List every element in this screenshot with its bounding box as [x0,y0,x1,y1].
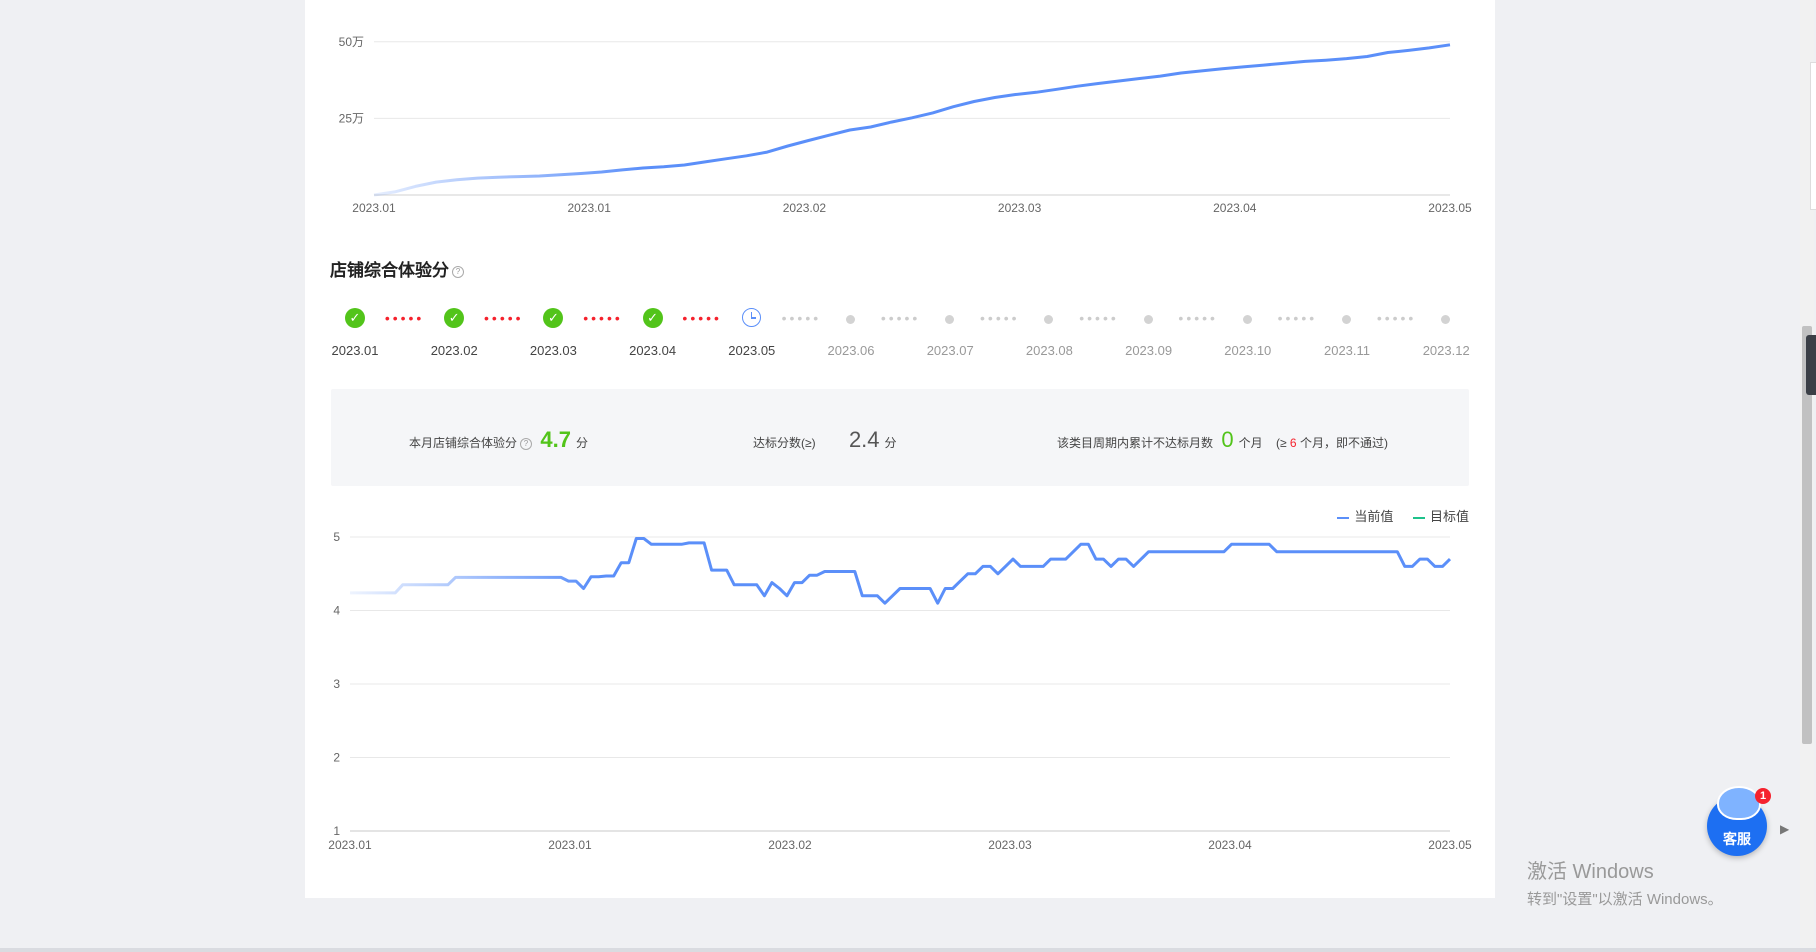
timeline-connector: ••••• [781,310,822,326]
timeline-connector: ••••• [1376,310,1417,326]
expand-arrow-icon[interactable]: ▶ [1780,822,1789,836]
side-tool-tab[interactable] [1806,335,1816,395]
target-score: 达标分数(≥) 2.4 分 [753,427,897,453]
customer-service-button[interactable]: 1 客服 [1707,786,1771,856]
timeline-connector: ••••• [880,310,921,326]
x-tick-label: 2023.01 [548,838,592,852]
help-icon[interactable]: ? [452,265,464,278]
x-tick-label: 2023.01 [328,838,372,852]
x-tick-label: 2023.05 [1428,838,1472,852]
y-tick-label: 3 [333,677,340,691]
timeline-month-label: 2023.03 [529,343,577,358]
pending-dot-icon [846,315,855,324]
fail-months-unit: 个月 [1238,436,1263,450]
x-tick-label: 2023.04 [1213,201,1257,215]
y-tick-label: 4 [333,604,340,618]
watermark-subtitle: 转到"设置"以激活 Windows。 [1527,891,1723,908]
y-tick-label: 25万 [339,111,364,125]
monthly-score: 本月店铺综合体验分? 4.7 分 [409,427,588,453]
side-panel-handle[interactable] [1810,62,1816,210]
monthly-score-unit: 分 [575,436,588,450]
timeline-connector: ••••• [980,310,1020,326]
cumulative-line-chart: 25万 50万 2023.01 2023.01 2023.02 2023.03 2023.… [339,35,1472,215]
y-tick-label: 2 [333,751,340,765]
timeline-month-label: 2023.11 [1323,343,1371,358]
cumulative-series-line [373,43,1451,197]
x-tick-label: 2023.05 [1428,201,1472,215]
timeline-connector: ••••• [1277,310,1318,326]
windows-activation-watermark: 激活 Windows 转到"设置"以激活 Windows。 [1527,855,1723,909]
timeline-month-label: 2023.02 [430,343,478,358]
fail-note: (≥ 6 个月，即不通过) [1276,436,1388,450]
pending-dot-icon [1342,315,1351,324]
fail-note-number: 6 [1289,436,1297,450]
timeline-month-label: 2023.01 [331,343,379,358]
y-tick-label: 1 [333,824,340,838]
help-icon[interactable]: ? [520,437,533,450]
x-tick-label: 2023.01 [568,201,612,215]
y-tick-label: 50万 [339,35,364,49]
score-line-chart: 1 2 3 4 5 2023.01 2023.01 2023.02 2023.03 2023.0… [328,530,1472,852]
y-tick-label: 5 [333,530,340,544]
unread-badge: 1 [1755,788,1771,804]
timeline-connector: ••••• [1079,310,1119,326]
fail-months: 该类目周期内累计不达标月数 0 个月 (≥ 6 个月，即不通过) [1057,427,1388,453]
fail-months-value: 0 [1221,427,1234,452]
monthly-score-value: 4.7 [540,427,571,452]
timeline-connector: ••••• [384,310,425,326]
timeline-connector: ••••• [1178,310,1218,326]
current-value-line [350,537,1452,605]
elephant-mascot-icon [1717,786,1761,820]
pending-dot-icon [1143,315,1153,324]
timeline-month-label: 2023.10 [1224,343,1272,358]
customer-service-label: 客服 [1723,831,1751,847]
fail-note-prefix: (≥ [1275,436,1287,450]
score-summary: 本月店铺综合体验分? 4.7 分 达标分数(≥) 2.4 分 该类目周期内累计不达标… [331,389,1469,486]
check-circle-icon: ✓ [345,308,365,328]
x-tick-label: 2023.04 [1208,838,1252,852]
timeline-month-label: 2023.07 [926,343,974,358]
check-circle-icon: ✓ [642,308,663,328]
x-tick-label: 2023.01 [352,201,396,215]
timeline-month-label: 2023.12 [1422,343,1470,358]
x-tick-label: 2023.02 [768,838,812,852]
x-tick-label: 2023.03 [998,201,1042,215]
clock-icon [741,308,761,327]
timeline-connector: ••••• [583,310,623,326]
section-title: 店铺综合体验分? [330,256,464,281]
bottom-strip [0,948,1816,952]
timeline-month-label: 2023.06 [827,343,875,358]
target-score-value: 2.4 [848,427,880,452]
timeline-month-label: 2023.05 [728,343,776,358]
x-tick-label: 2023.02 [783,201,827,215]
pending-dot-icon [1242,315,1252,324]
timeline-month-label: 2023.04 [629,343,677,358]
fail-note-suffix: 个月，即不通过) [1299,436,1388,450]
watermark-title: 激活 Windows [1527,861,1654,883]
target-score-label: 达标分数(≥) [753,436,816,450]
x-tick-label: 2023.03 [988,838,1032,852]
timeline-connector: ••••• [484,310,524,326]
section-title-text: 店铺综合体验分 [330,261,449,280]
monthly-score-label: 本月店铺综合体验分 [409,436,518,450]
timeline-connector: ••••• [682,310,722,326]
target-score-unit: 分 [884,436,897,450]
timeline-month-label: 2023.08 [1025,343,1073,358]
timeline-month-label: 2023.09 [1125,343,1173,358]
fail-months-label: 该类目周期内累计不达标月数 [1057,436,1214,450]
